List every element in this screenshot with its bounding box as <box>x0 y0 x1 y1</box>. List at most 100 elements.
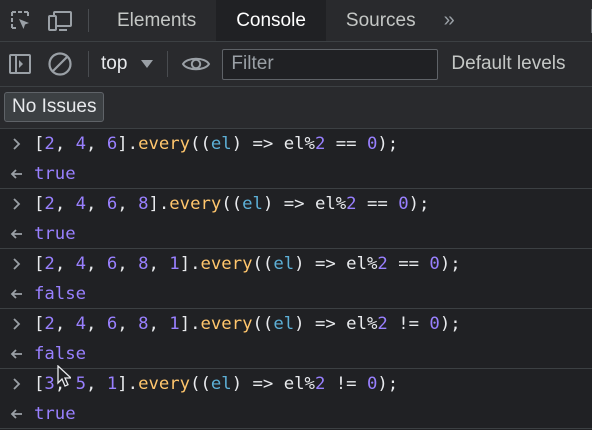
code-token: 1 <box>169 254 180 274</box>
input-prompt-chevron-icon <box>0 137 34 151</box>
code-token: 6 <box>106 194 118 214</box>
console-result-line[interactable]: true <box>0 399 592 429</box>
code-token: 4 <box>75 254 87 274</box>
console-messages: [2, 4, 6].every((el) => el%2 == 0); true[… <box>0 129 592 429</box>
console-result-line[interactable]: true <box>0 159 592 189</box>
code-token: [ <box>34 314 45 334</box>
code-token: ]. <box>179 254 201 274</box>
code-token: 0 <box>429 254 440 274</box>
console-result-value: true <box>34 224 76 244</box>
console-result-line[interactable]: true <box>0 219 592 249</box>
code-token: 2 <box>377 314 388 334</box>
code-token: el <box>210 134 232 154</box>
inspect-element-icon[interactable] <box>0 0 42 41</box>
code-token: every <box>138 374 191 394</box>
result-arrow-icon <box>0 407 34 421</box>
code-token: ) => el% <box>262 194 347 214</box>
console-input-code: [2, 4, 6, 8, 1].every((el) => el%2 == 0)… <box>34 254 461 274</box>
console-input-code: [2, 4, 6].every((el) => el%2 == 0); <box>34 134 398 154</box>
code-token: ); <box>439 254 461 274</box>
dropdown-caret-icon <box>141 60 154 68</box>
console-entry: [2, 4, 6].every((el) => el%2 == 0); true <box>0 129 592 189</box>
console-input-line[interactable]: [2, 4, 6, 8].every((el) => el%2 == 0); <box>0 189 592 219</box>
code-token: ]. <box>148 194 170 214</box>
code-token: (( <box>252 254 274 274</box>
code-token: , <box>86 254 107 274</box>
code-token: ) => el% <box>231 134 315 154</box>
code-token: , <box>148 254 170 274</box>
console-result-value: true <box>34 404 76 424</box>
toolbar-divider <box>88 51 89 77</box>
clear-console-icon[interactable] <box>40 42 80 86</box>
issues-button[interactable]: No Issues <box>4 92 105 122</box>
code-token: 2 <box>346 194 357 214</box>
code-token: , <box>54 254 76 274</box>
tab-console[interactable]: Console <box>216 0 326 41</box>
tab-sources[interactable]: Sources <box>326 0 436 41</box>
console-result-value: true <box>34 164 76 184</box>
code-token: 2 <box>314 134 326 154</box>
code-token: 0 <box>366 374 378 394</box>
filter-input[interactable]: Filter <box>222 48 439 80</box>
code-token: 0 <box>429 314 440 334</box>
code-token: ); <box>377 134 399 154</box>
input-prompt-chevron-icon <box>0 317 34 331</box>
sidebar-toggle-icon[interactable] <box>0 42 40 86</box>
code-token: != <box>325 374 367 394</box>
code-token: ]. <box>117 374 139 394</box>
code-token: 4 <box>75 194 87 214</box>
console-input-code: [2, 4, 6, 8].every((el) => el%2 == 0); <box>34 194 429 214</box>
code-token: [ <box>34 194 45 214</box>
code-token: 2 <box>44 194 55 214</box>
code-token: != <box>387 314 430 334</box>
context-selector-label: top <box>101 53 128 74</box>
input-prompt-chevron-icon <box>0 257 34 271</box>
code-token: 4 <box>75 314 87 334</box>
code-token: , <box>86 314 107 334</box>
code-token: (( <box>190 374 211 394</box>
log-levels-dropdown[interactable]: Default levels <box>451 53 565 75</box>
live-expression-eye-icon[interactable] <box>176 42 216 86</box>
console-input-code: [2, 4, 6, 8, 1].every((el) => el%2 != 0)… <box>34 314 461 334</box>
code-token: , <box>117 314 139 334</box>
console-input-line[interactable]: [3, 5, 1].every((el) => el%2 != 0); <box>0 365 592 399</box>
console-result-value: false <box>34 344 87 364</box>
device-toolbar-icon[interactable] <box>42 0 78 41</box>
console-input-line[interactable]: [2, 4, 6, 8, 1].every((el) => el%2 != 0)… <box>0 309 592 339</box>
console-result-line[interactable]: false <box>0 339 592 369</box>
code-token: 8 <box>138 314 149 334</box>
console-input-code: [3, 5, 1].every((el) => el%2 != 0); <box>34 374 398 394</box>
code-token: [ <box>34 134 45 154</box>
code-token: , <box>86 134 107 154</box>
issues-bar: No Issues <box>0 87 592 129</box>
code-token: , <box>54 314 76 334</box>
code-token: 6 <box>106 314 118 334</box>
code-token: 0 <box>398 194 409 214</box>
code-token: [ <box>34 374 45 394</box>
console-result-line[interactable]: false <box>0 279 592 309</box>
code-token: el <box>273 254 295 274</box>
code-token: 2 <box>314 374 326 394</box>
code-token: (( <box>252 314 274 334</box>
code-token: == <box>387 254 430 274</box>
console-entry: [2, 4, 6, 8, 1].every((el) => el%2 == 0)… <box>0 249 592 309</box>
console-input-line[interactable]: [2, 4, 6].every((el) => el%2 == 0); <box>0 129 592 159</box>
code-token: every <box>200 254 253 274</box>
code-token: every <box>138 134 191 154</box>
mouse-cursor-icon <box>57 365 71 387</box>
context-selector[interactable]: top <box>97 53 159 75</box>
code-token: 8 <box>138 254 149 274</box>
tab-elements[interactable]: Elements <box>97 0 216 41</box>
toolbar-divider <box>88 9 89 32</box>
code-token: 6 <box>106 134 118 154</box>
more-tabs-chevron-icon[interactable]: » <box>436 0 463 41</box>
code-token: ]. <box>117 134 139 154</box>
code-token: el <box>210 374 232 394</box>
result-arrow-icon <box>0 167 34 181</box>
toolbar-divider <box>167 51 169 77</box>
code-token: == <box>325 134 367 154</box>
console-input-line[interactable]: [2, 4, 6, 8, 1].every((el) => el%2 == 0)… <box>0 249 592 279</box>
code-token: 4 <box>75 134 87 154</box>
code-token: , <box>117 194 139 214</box>
code-token: 2 <box>377 254 388 274</box>
